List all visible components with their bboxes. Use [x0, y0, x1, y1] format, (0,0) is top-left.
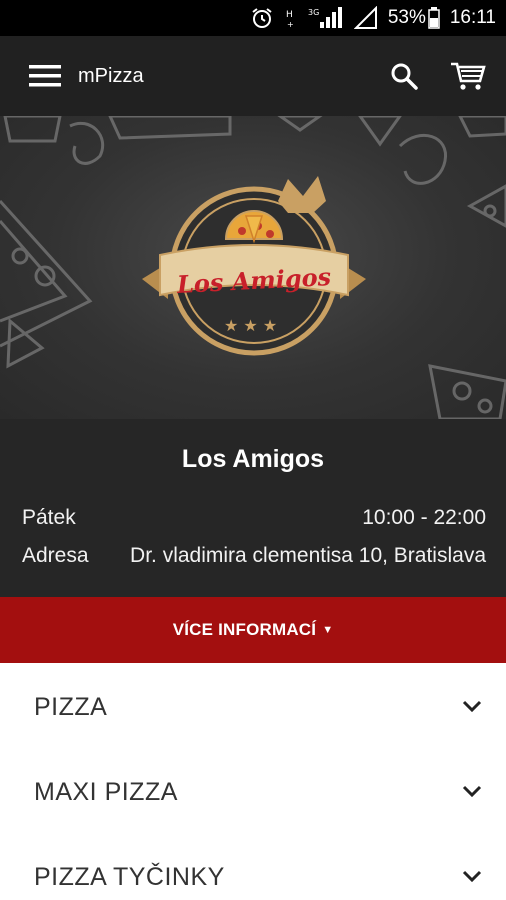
- chevron-down-icon: [462, 700, 482, 712]
- restaurant-info: Los Amigos Pátek 10:00 - 22:00 Adresa Dr…: [0, 419, 506, 597]
- day-label: Pátek: [22, 506, 76, 529]
- alarm-icon: [250, 6, 274, 30]
- app-title: mPizza: [78, 64, 144, 87]
- svg-text:+: +: [287, 20, 294, 29]
- network-type: 3G: [308, 8, 319, 17]
- cart-icon: [451, 62, 486, 90]
- cart-button[interactable]: [436, 36, 500, 116]
- search-icon: [391, 63, 418, 90]
- restaurant-name: Los Amigos: [181, 445, 325, 473]
- category-item-pizza[interactable]: PIZZA: [0, 663, 506, 748]
- caret-down-icon: ▼: [322, 624, 334, 636]
- category-item-maxi-pizza[interactable]: MAXI PIZZA: [0, 748, 506, 833]
- status-bar: H + 3G 53% 16:11: [0, 0, 506, 36]
- search-button[interactable]: [372, 36, 436, 116]
- chevron-down-icon: [462, 870, 482, 882]
- menu-icon: [29, 65, 61, 87]
- svg-text:H: H: [286, 10, 293, 20]
- more-info-label: VÍCE INFORMACÍ: [172, 620, 317, 639]
- battery-percent: 53%: [387, 7, 426, 28]
- battery-icon: [428, 7, 440, 29]
- signal-icon: 3G: [308, 6, 344, 30]
- restaurant-logo: ★ ★ ★ Los Amigos: [138, 171, 370, 361]
- category-label: PIZZA TYČINKY: [34, 863, 225, 891]
- more-info-button[interactable]: VÍCE INFORMACÍ ▼: [0, 597, 506, 663]
- category-label: PIZZA: [34, 693, 108, 721]
- clock: 16:11: [449, 7, 496, 28]
- address-label: Adresa: [22, 544, 89, 567]
- address-row: Adresa Dr. vladimira clementisa 10, Brat…: [22, 544, 486, 568]
- category-list: PIZZA MAXI PIZZA PIZZA TYČINKY: [0, 663, 506, 900]
- restaurant-banner: ★ ★ ★ Los Amigos: [0, 116, 506, 419]
- menu-button[interactable]: [14, 36, 76, 116]
- opening-hours-row: Pátek 10:00 - 22:00: [22, 506, 486, 530]
- wifi-icon: [353, 6, 378, 30]
- category-label: MAXI PIZZA: [34, 778, 178, 806]
- opening-hours: 10:00 - 22:00: [362, 506, 486, 529]
- battery-indicator: 53%: [388, 7, 440, 29]
- category-item-pizza-tycinky[interactable]: PIZZA TYČINKY: [0, 833, 506, 900]
- address-value: Dr. vladimira clementisa 10, Bratislava: [130, 544, 486, 567]
- chevron-down-icon: [462, 785, 482, 797]
- svg-text:★ ★ ★: ★ ★ ★: [224, 316, 277, 335]
- hplus-signal-icon: H +: [284, 6, 298, 30]
- app-bar: mPizza: [0, 36, 506, 116]
